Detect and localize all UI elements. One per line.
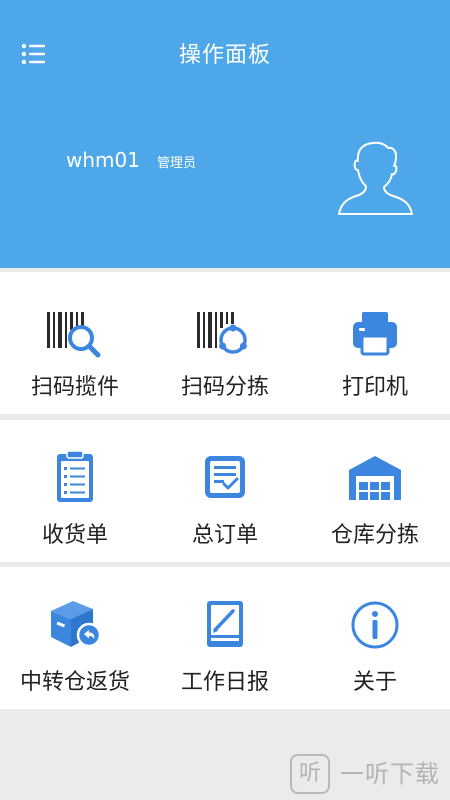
username: whm01 [66, 148, 140, 172]
warehouse-sort-label: 仓库分拣 [330, 523, 419, 548]
menu-row-3: 中转仓返货 工作日报 关于 [0, 567, 450, 709]
scan-sort-button[interactable]: 扫码分拣 [150, 272, 300, 414]
clipboard-list-icon [43, 450, 107, 506]
printer-label: 打印机 [341, 375, 408, 400]
barcode-sort-icon [193, 306, 257, 362]
total-order-button[interactable]: 总订单 [150, 420, 300, 562]
barcode-search-icon [43, 306, 107, 362]
about-label: 关于 [352, 670, 397, 695]
receipt-order-label: 收货单 [41, 523, 108, 548]
page-title: 操作面板 [178, 43, 271, 68]
box-return-icon [43, 597, 107, 653]
user-role: 管理员 [157, 156, 197, 171]
watermark-glyph: 听 [290, 754, 330, 794]
warehouse-icon [343, 450, 407, 506]
app-screen: 操作面板 whm01 管理员 扫码揽件 扫码分拣 打印机 收货单 总订单 仓库分… [0, 0, 450, 800]
watermark-text: 一听下载 [340, 760, 440, 788]
scan-pickup-label: 扫码揽件 [30, 375, 119, 400]
avatar-icon[interactable] [335, 140, 417, 218]
menu-row-1: 扫码揽件 扫码分拣 打印机 [0, 272, 450, 414]
about-button[interactable]: 关于 [300, 567, 450, 709]
header: 操作面板 whm01 管理员 [0, 0, 450, 268]
printer-button[interactable]: 打印机 [300, 272, 450, 414]
total-order-label: 总订单 [191, 523, 258, 548]
daily-report-button[interactable]: 工作日报 [150, 567, 300, 709]
transfer-return-label: 中转仓返货 [19, 670, 130, 695]
watermark-logo: 听 一听下载 [290, 752, 450, 800]
daily-report-label: 工作日报 [180, 670, 269, 695]
scan-sort-label: 扫码分拣 [180, 375, 269, 400]
info-icon [343, 597, 407, 653]
receipt-order-button[interactable]: 收货单 [0, 420, 150, 562]
order-document-icon [193, 450, 257, 506]
daily-report-icon [193, 597, 257, 653]
warehouse-sort-button[interactable]: 仓库分拣 [300, 420, 450, 562]
scan-pickup-button[interactable]: 扫码揽件 [0, 272, 150, 414]
transfer-return-button[interactable]: 中转仓返货 [0, 567, 150, 709]
printer-icon [343, 306, 407, 362]
menu-row-2: 收货单 总订单 仓库分拣 [0, 420, 450, 562]
